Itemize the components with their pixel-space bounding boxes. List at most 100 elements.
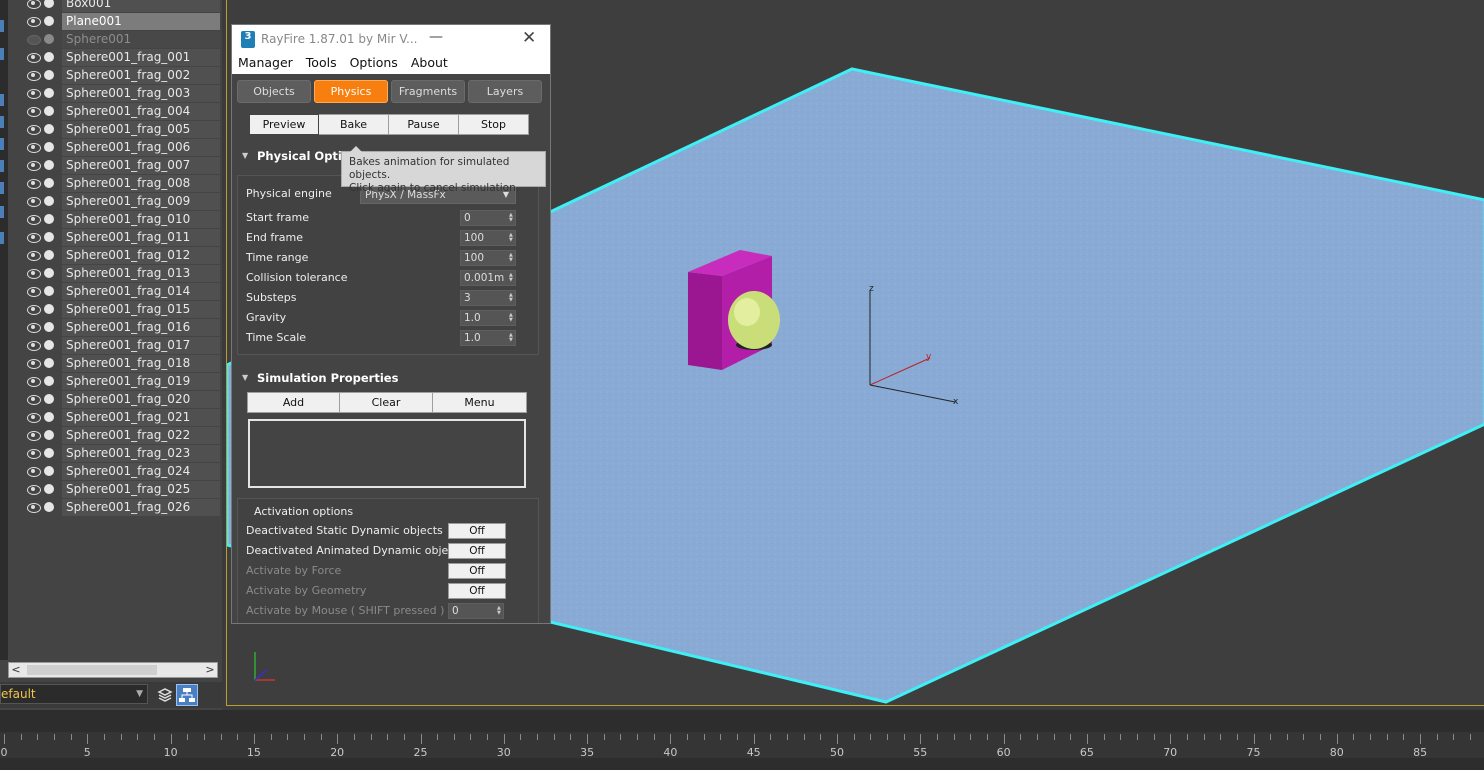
list-item[interactable]: Sphere001_frag_009 — [24, 192, 220, 210]
menu-options[interactable]: Options — [350, 54, 398, 74]
object-name[interactable]: Sphere001_frag_021 — [62, 408, 220, 426]
object-name[interactable]: Sphere001_frag_017 — [62, 336, 220, 354]
scrollbar-thumb[interactable] — [27, 665, 157, 675]
visibility-eye-icon[interactable] — [26, 484, 42, 495]
visibility-eye-icon[interactable] — [26, 250, 42, 261]
freeze-dot-icon[interactable] — [44, 34, 54, 44]
param-spinner[interactable]: 0.001m — [460, 270, 516, 286]
list-item[interactable]: Box001 — [24, 0, 220, 12]
visibility-eye-icon[interactable] — [26, 214, 42, 225]
freeze-dot-icon[interactable] — [44, 448, 54, 458]
visibility-eye-icon[interactable] — [26, 124, 42, 135]
scroll-left-icon[interactable]: < — [9, 663, 23, 677]
visibility-eye-icon[interactable] — [26, 178, 42, 189]
visibility-eye-icon[interactable] — [26, 16, 42, 27]
list-item[interactable]: Sphere001_frag_014 — [24, 282, 220, 300]
visibility-eye-icon[interactable] — [26, 502, 42, 513]
freeze-dot-icon[interactable] — [44, 232, 54, 242]
preview-button[interactable]: Preview — [249, 114, 319, 135]
object-name[interactable]: Sphere001_frag_004 — [62, 102, 220, 120]
timeline[interactable]: 0 5 10 15 20 25 30 35 40 45 50 55 60 65 70 75 80 85 — [0, 710, 1484, 770]
freeze-dot-icon[interactable] — [44, 142, 54, 152]
activation-spinner[interactable]: 0 — [448, 603, 504, 619]
list-item[interactable]: Sphere001_frag_008 — [24, 174, 220, 192]
tab-fragments[interactable]: Fragments — [391, 80, 465, 103]
activation-toggle-button[interactable]: Off — [448, 563, 506, 579]
list-item[interactable]: Sphere001_frag_023 — [24, 444, 220, 462]
visibility-eye-icon[interactable] — [26, 286, 42, 297]
menu-about[interactable]: About — [411, 54, 448, 74]
freeze-dot-icon[interactable] — [44, 88, 54, 98]
list-item[interactable]: Sphere001 — [24, 30, 220, 48]
list-item[interactable]: Sphere001_frag_004 — [24, 102, 220, 120]
object-name[interactable]: Sphere001_frag_002 — [62, 66, 220, 84]
visibility-eye-icon[interactable] — [26, 52, 42, 63]
param-spinner[interactable]: 100 — [460, 230, 516, 246]
bake-button[interactable]: Bake — [319, 114, 389, 135]
object-name[interactable]: Sphere001_frag_013 — [62, 264, 220, 282]
list-item[interactable]: Sphere001_frag_003 — [24, 84, 220, 102]
freeze-dot-icon[interactable] — [44, 394, 54, 404]
visibility-eye-icon[interactable] — [26, 232, 42, 243]
visibility-eye-icon[interactable] — [26, 448, 42, 459]
visibility-eye-icon[interactable] — [26, 106, 42, 117]
tab-layers[interactable]: Layers — [468, 80, 542, 103]
object-name[interactable]: Sphere001_frag_001 — [62, 48, 220, 66]
visibility-eye-icon[interactable] — [26, 412, 42, 423]
list-item[interactable]: Sphere001_frag_020 — [24, 390, 220, 408]
visibility-eye-icon[interactable] — [26, 142, 42, 153]
visibility-eye-icon[interactable] — [26, 340, 42, 351]
activation-toggle-button[interactable]: Off — [448, 523, 506, 539]
object-name[interactable]: Sphere001_frag_005 — [62, 120, 220, 138]
activation-toggle-button[interactable]: Off — [448, 583, 506, 599]
object-name[interactable]: Sphere001_frag_008 — [62, 174, 220, 192]
freeze-dot-icon[interactable] — [44, 304, 54, 314]
freeze-dot-icon[interactable] — [44, 196, 54, 206]
freeze-dot-icon[interactable] — [44, 340, 54, 350]
list-item[interactable]: Sphere001_frag_025 — [24, 480, 220, 498]
object-name[interactable]: Sphere001_frag_010 — [62, 210, 220, 228]
object-name[interactable]: Sphere001_frag_019 — [62, 372, 220, 390]
list-item[interactable]: Sphere001_frag_016 — [24, 318, 220, 336]
list-item[interactable]: Sphere001_frag_002 — [24, 66, 220, 84]
list-item[interactable]: Sphere001_frag_026 — [24, 498, 220, 516]
pause-button[interactable]: Pause — [389, 114, 459, 135]
visibility-eye-icon[interactable] — [26, 34, 42, 45]
freeze-dot-icon[interactable] — [44, 268, 54, 278]
object-name[interactable]: Sphere001_frag_022 — [62, 426, 220, 444]
visibility-eye-icon[interactable] — [26, 0, 42, 9]
visibility-eye-icon[interactable] — [26, 322, 42, 333]
freeze-dot-icon[interactable] — [44, 322, 54, 332]
list-item[interactable]: Sphere001_frag_012 — [24, 246, 220, 264]
layers-icon[interactable] — [154, 684, 176, 706]
stop-button[interactable]: Stop — [459, 114, 529, 135]
list-item[interactable]: Sphere001_frag_022 — [24, 426, 220, 444]
freeze-dot-icon[interactable] — [44, 250, 54, 260]
freeze-dot-icon[interactable] — [44, 376, 54, 386]
menu-button[interactable]: Menu — [433, 392, 527, 413]
object-name[interactable]: Sphere001_frag_026 — [62, 498, 220, 516]
visibility-eye-icon[interactable] — [26, 160, 42, 171]
object-name[interactable]: Sphere001_frag_023 — [62, 444, 220, 462]
param-spinner[interactable]: 100 — [460, 250, 516, 266]
add-button[interactable]: Add — [247, 392, 340, 413]
param-spinner[interactable]: 1.0 — [460, 310, 516, 326]
menu-manager[interactable]: Manager — [238, 54, 293, 74]
freeze-dot-icon[interactable] — [44, 124, 54, 134]
visibility-eye-icon[interactable] — [26, 196, 42, 207]
object-name[interactable]: Sphere001_frag_012 — [62, 246, 220, 264]
simulation-properties-header[interactable]: Simulation Properties — [237, 368, 539, 388]
object-name[interactable]: Sphere001_frag_011 — [62, 228, 220, 246]
list-item[interactable]: Sphere001_frag_011 — [24, 228, 220, 246]
param-spinner[interactable]: 3 — [460, 290, 516, 306]
freeze-dot-icon[interactable] — [44, 358, 54, 368]
list-item[interactable]: Sphere001_frag_017 — [24, 336, 220, 354]
list-item[interactable]: Sphere001_frag_021 — [24, 408, 220, 426]
param-spinner[interactable]: 1.0 — [460, 330, 516, 346]
visibility-eye-icon[interactable] — [26, 88, 42, 99]
freeze-dot-icon[interactable] — [44, 214, 54, 224]
timeline-track[interactable] — [0, 732, 1484, 758]
object-name[interactable]: Sphere001_frag_006 — [62, 138, 220, 156]
freeze-dot-icon[interactable] — [44, 0, 54, 8]
freeze-dot-icon[interactable] — [44, 484, 54, 494]
